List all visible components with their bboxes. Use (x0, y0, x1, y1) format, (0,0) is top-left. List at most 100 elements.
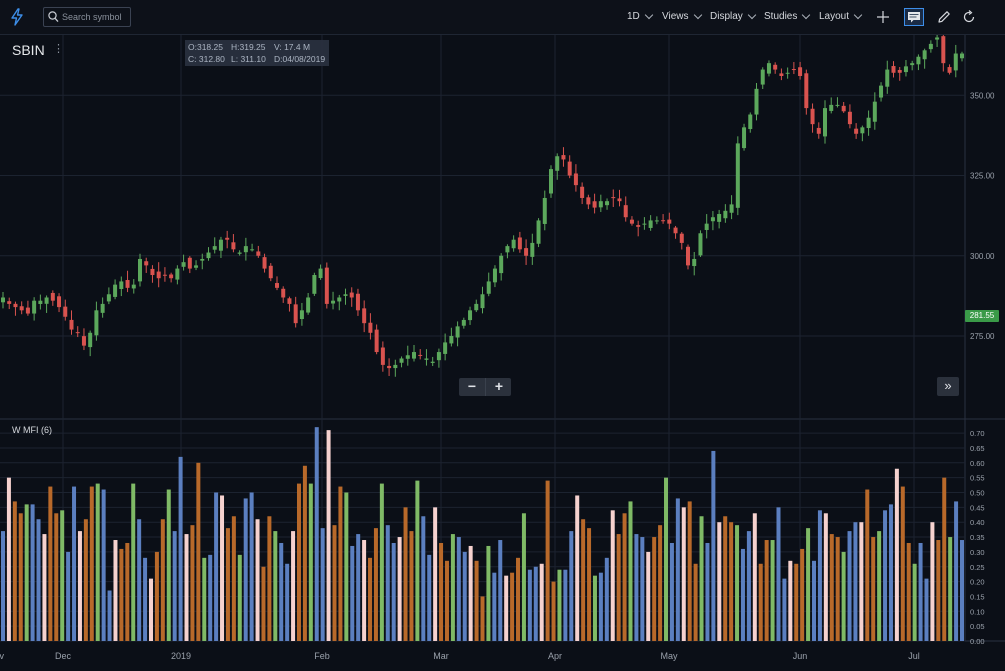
mfi-bar (498, 540, 503, 641)
mfi-tick-label: 0.05 (970, 622, 985, 631)
mfi-bar (936, 540, 941, 641)
candle-body (928, 43, 933, 50)
mfi-bar (184, 534, 189, 641)
mfi-bar (717, 522, 722, 641)
mfi-bar (711, 450, 716, 641)
mfi-tick-label: 0.15 (970, 592, 985, 601)
mfi-bar (800, 548, 805, 641)
candle-body (88, 332, 93, 348)
mfi-indicator-label[interactable]: W MFI (6) (12, 425, 52, 435)
candle-body (131, 284, 136, 289)
mfi-bar (326, 430, 331, 641)
mfi-bar (332, 525, 337, 641)
mfi-bar (101, 489, 106, 641)
mfi-bar (622, 513, 627, 641)
candle-body (692, 258, 697, 267)
chart-canvas[interactable]: 350.00 325.00 300.00 275.00 0.70 0.65 0.60 0.5… (0, 35, 1005, 671)
candle-body (393, 364, 398, 369)
candle-body (57, 296, 62, 308)
studies-menu[interactable]: Studies (764, 10, 811, 22)
mfi-bar (202, 557, 207, 641)
mfi-bar (806, 528, 811, 641)
candle-body (555, 156, 560, 171)
zoom-out-button[interactable]: − (459, 378, 485, 396)
layout-menu[interactable]: Layout (819, 10, 863, 22)
mfi-bar (409, 531, 414, 641)
crosshair-icon[interactable] (875, 9, 891, 25)
candle-body (580, 186, 585, 198)
mfi-bar (924, 578, 929, 641)
candle-body (200, 258, 205, 261)
mfi-bar (166, 489, 171, 641)
candle-body (368, 322, 373, 333)
candle-body (754, 88, 759, 115)
more-options-icon[interactable]: ⋮ (53, 42, 64, 55)
candle-body (592, 201, 597, 208)
mfi-bar (740, 548, 745, 641)
mfi-bar (510, 572, 515, 641)
mfi-bar (841, 551, 846, 641)
candle-body (922, 50, 927, 60)
mfi-tick-label: 0.00 (970, 637, 985, 646)
candle-body (648, 220, 653, 228)
mfi-bar (770, 540, 775, 641)
chevron-down-icon (747, 10, 757, 20)
candle-body (480, 294, 485, 309)
zoom-in-button[interactable]: + (485, 378, 512, 396)
mfi-bar (148, 578, 153, 641)
candle-body (412, 352, 416, 359)
time-axis[interactable]: Nov Dec 2019 Feb Mar Apr May Jun Jul (0, 651, 920, 661)
candle-body (791, 69, 796, 71)
comment-icon[interactable] (904, 8, 924, 26)
candle-body (181, 262, 186, 267)
pencil-icon[interactable] (936, 9, 952, 25)
mfi-bar (735, 525, 740, 641)
mfi-bar (362, 540, 367, 641)
mfi-bar (137, 519, 142, 641)
candle-body (735, 143, 740, 208)
mfi-bar (634, 534, 639, 641)
mfi-bar (835, 537, 840, 641)
mfi-axis[interactable]: 0.70 0.65 0.60 0.55 0.50 0.45 0.40 0.35 0.30 0.25… (970, 429, 985, 646)
candle-body (331, 300, 336, 304)
candle-body (318, 268, 323, 279)
mfi-tick-label: 0.70 (970, 429, 985, 438)
mfi-bar (308, 483, 313, 641)
mfi-bar (752, 513, 757, 641)
mfi-bar (83, 519, 88, 641)
date-value: D:04/08/2019 (274, 54, 326, 64)
mfi-bar (628, 501, 633, 641)
mfi-bar (344, 492, 349, 641)
candle-body (474, 303, 479, 311)
lightning-logo-icon[interactable] (8, 8, 26, 26)
refresh-icon[interactable] (961, 9, 977, 25)
candle-body (44, 297, 49, 304)
interval-dropdown[interactable]: 1D (627, 10, 654, 22)
mfi-bar (172, 531, 177, 641)
mfi-tick-label: 0.65 (970, 444, 985, 453)
mfi-tick-label: 0.35 (970, 533, 985, 542)
symbol-title[interactable]: SBIN (12, 42, 45, 58)
mfi-bar (154, 551, 159, 641)
price-axis[interactable]: 350.00 325.00 300.00 275.00 (970, 91, 995, 341)
candle-body (231, 242, 236, 250)
mfi-tick-label: 0.10 (970, 607, 985, 616)
candle-body (194, 265, 199, 268)
mfi-bar (758, 563, 763, 641)
time-tick-label: Feb (314, 651, 330, 661)
candle-body (50, 292, 55, 301)
mfi-bar (231, 516, 236, 641)
candle-body (119, 281, 124, 289)
search-input[interactable] (62, 10, 128, 24)
display-menu[interactable]: Display (710, 10, 757, 22)
time-tick-label: Apr (548, 651, 562, 661)
symbol-search-box[interactable] (43, 7, 131, 27)
mfi-bar (356, 534, 361, 641)
candle-body (642, 223, 647, 225)
mfi-bar (285, 563, 290, 641)
views-menu[interactable]: Views (662, 10, 702, 22)
scroll-to-latest-button[interactable]: » (937, 377, 959, 396)
mfi-tick-label: 0.20 (970, 578, 985, 587)
mfi-bar (439, 542, 444, 641)
candle-body (779, 73, 784, 76)
